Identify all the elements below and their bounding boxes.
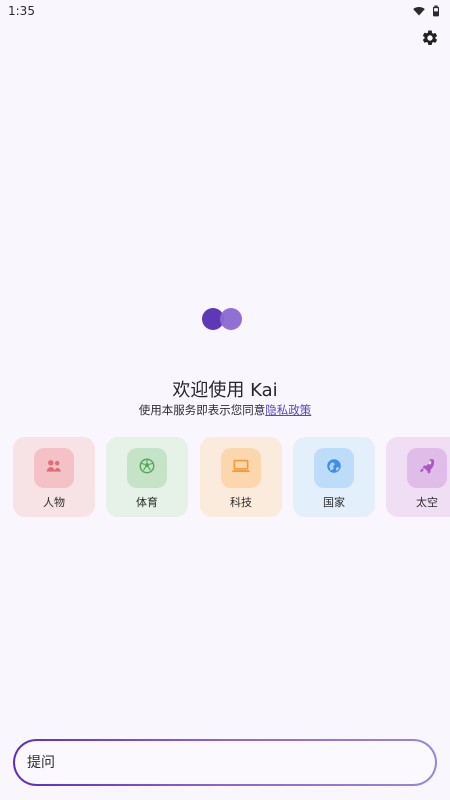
category-label-sports: 体育: [136, 496, 158, 509]
category-card-sports[interactable]: 体育: [106, 437, 188, 517]
privacy-policy-link[interactable]: 隐私政策: [265, 403, 311, 417]
category-card-country[interactable]: 国家: [293, 437, 375, 517]
category-icon-bg: [407, 448, 447, 488]
ask-input[interactable]: [27, 754, 423, 771]
wifi-icon: [412, 5, 426, 17]
category-label-people: 人物: [43, 496, 65, 509]
category-icon-bg: [127, 448, 167, 488]
globe-icon: [325, 457, 343, 479]
settings-button[interactable]: [420, 30, 440, 50]
welcome-title: 欢迎使用 Kai: [172, 380, 278, 401]
people-icon: [44, 458, 64, 478]
battery-icon: [432, 5, 440, 17]
category-label-tech: 科技: [230, 496, 252, 509]
category-icon-bg: [221, 448, 261, 488]
category-card-space[interactable]: 太空: [386, 437, 450, 517]
status-time: 1:35: [8, 4, 35, 18]
rocket-icon: [418, 457, 436, 479]
laptop-icon: [231, 458, 251, 478]
privacy-notice: 使用本服务即表示您同意隐私政策: [0, 402, 450, 418]
status-bar: 1:35: [0, 0, 450, 22]
category-card-people[interactable]: 人物: [13, 437, 95, 517]
soccer-ball-icon: [138, 457, 156, 479]
category-list: 人物 体育 科技 国家 太空: [13, 437, 450, 519]
status-icons: [412, 5, 440, 17]
ask-inner: [15, 741, 435, 784]
privacy-prefix: 使用本服务即表示您同意: [138, 403, 266, 417]
category-card-tech[interactable]: 科技: [200, 437, 282, 517]
ask-bar: [13, 739, 437, 786]
gear-icon: [421, 29, 439, 51]
logo-dot-right: [220, 308, 242, 330]
category-icon-bg: [314, 448, 354, 488]
category-label-country: 国家: [323, 496, 345, 509]
category-icon-bg: [34, 448, 74, 488]
app-logo: [202, 308, 244, 332]
category-label-space: 太空: [416, 496, 438, 509]
